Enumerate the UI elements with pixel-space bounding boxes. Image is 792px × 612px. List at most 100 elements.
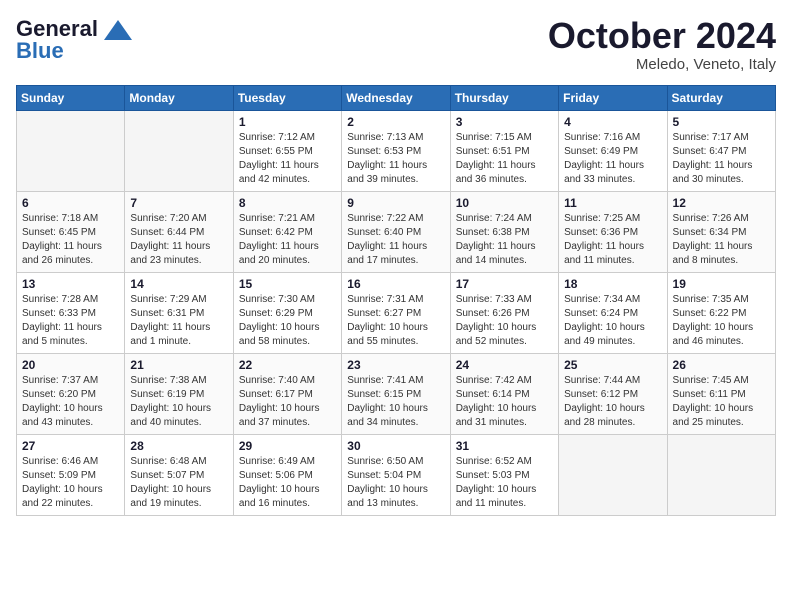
- calendar-table: SundayMondayTuesdayWednesdayThursdayFrid…: [16, 85, 776, 516]
- calendar-cell: 20 Sunrise: 7:37 AM Sunset: 6:20 PM Dayl…: [17, 353, 125, 434]
- day-number: 21: [130, 358, 227, 372]
- logo-icon: [104, 20, 132, 40]
- sunrise: Sunrise: 7:17 AM: [673, 132, 749, 143]
- sunset: Sunset: 6:34 PM: [673, 227, 747, 238]
- sunset: Sunset: 6:15 PM: [347, 389, 421, 400]
- day-detail: Sunrise: 7:16 AM Sunset: 6:49 PM Dayligh…: [564, 131, 661, 187]
- day-header-sunday: Sunday: [17, 85, 125, 110]
- sunrise: Sunrise: 7:15 AM: [456, 132, 532, 143]
- sunset: Sunset: 6:47 PM: [673, 146, 747, 157]
- sunset: Sunset: 6:42 PM: [239, 227, 313, 238]
- day-number: 8: [239, 196, 336, 210]
- sunset: Sunset: 6:33 PM: [22, 308, 96, 319]
- day-detail: Sunrise: 6:50 AM Sunset: 5:04 PM Dayligh…: [347, 455, 444, 511]
- calendar-cell: 2 Sunrise: 7:13 AM Sunset: 6:53 PM Dayli…: [342, 110, 450, 191]
- sunset: Sunset: 5:04 PM: [347, 470, 421, 481]
- daylight: Daylight: 10 hours and 40 minutes.: [130, 403, 211, 428]
- day-header-monday: Monday: [125, 85, 233, 110]
- calendar-cell: 9 Sunrise: 7:22 AM Sunset: 6:40 PM Dayli…: [342, 191, 450, 272]
- sunrise: Sunrise: 7:24 AM: [456, 213, 532, 224]
- calendar-cell: 12 Sunrise: 7:26 AM Sunset: 6:34 PM Dayl…: [667, 191, 775, 272]
- sunset: Sunset: 6:24 PM: [564, 308, 638, 319]
- calendar-cell: 13 Sunrise: 7:28 AM Sunset: 6:33 PM Dayl…: [17, 272, 125, 353]
- daylight: Daylight: 10 hours and 19 minutes.: [130, 484, 211, 509]
- day-detail: Sunrise: 7:38 AM Sunset: 6:19 PM Dayligh…: [130, 374, 227, 430]
- sunrise: Sunrise: 7:33 AM: [456, 294, 532, 305]
- sunset: Sunset: 6:27 PM: [347, 308, 421, 319]
- daylight: Daylight: 11 hours and 1 minute.: [130, 322, 210, 347]
- daylight: Daylight: 10 hours and 46 minutes.: [673, 322, 754, 347]
- calendar-cell: 6 Sunrise: 7:18 AM Sunset: 6:45 PM Dayli…: [17, 191, 125, 272]
- logo: General Blue: [16, 16, 132, 64]
- day-header-thursday: Thursday: [450, 85, 558, 110]
- calendar-cell: 29 Sunrise: 6:49 AM Sunset: 5:06 PM Dayl…: [233, 434, 341, 515]
- daylight: Daylight: 11 hours and 11 minutes.: [564, 241, 644, 266]
- calendar-week-row: 6 Sunrise: 7:18 AM Sunset: 6:45 PM Dayli…: [17, 191, 776, 272]
- day-detail: Sunrise: 7:12 AM Sunset: 6:55 PM Dayligh…: [239, 131, 336, 187]
- sunset: Sunset: 6:40 PM: [347, 227, 421, 238]
- daylight: Daylight: 10 hours and 43 minutes.: [22, 403, 103, 428]
- day-number: 27: [22, 439, 119, 453]
- daylight: Daylight: 10 hours and 11 minutes.: [456, 484, 537, 509]
- calendar-cell: 18 Sunrise: 7:34 AM Sunset: 6:24 PM Dayl…: [559, 272, 667, 353]
- day-number: 30: [347, 439, 444, 453]
- day-detail: Sunrise: 7:37 AM Sunset: 6:20 PM Dayligh…: [22, 374, 119, 430]
- daylight: Daylight: 10 hours and 13 minutes.: [347, 484, 428, 509]
- sunset: Sunset: 6:17 PM: [239, 389, 313, 400]
- sunset: Sunset: 6:31 PM: [130, 308, 204, 319]
- calendar-cell: 22 Sunrise: 7:40 AM Sunset: 6:17 PM Dayl…: [233, 353, 341, 434]
- day-number: 12: [673, 196, 770, 210]
- page-header: General Blue October 2024 Meledo, Veneto…: [16, 16, 776, 73]
- calendar-week-row: 13 Sunrise: 7:28 AM Sunset: 6:33 PM Dayl…: [17, 272, 776, 353]
- location: Meledo, Veneto, Italy: [548, 56, 776, 73]
- day-number: 18: [564, 277, 661, 291]
- sunrise: Sunrise: 7:22 AM: [347, 213, 423, 224]
- calendar-cell: 17 Sunrise: 7:33 AM Sunset: 6:26 PM Dayl…: [450, 272, 558, 353]
- day-number: 24: [456, 358, 553, 372]
- calendar-cell: 19 Sunrise: 7:35 AM Sunset: 6:22 PM Dayl…: [667, 272, 775, 353]
- day-header-wednesday: Wednesday: [342, 85, 450, 110]
- sunrise: Sunrise: 7:31 AM: [347, 294, 423, 305]
- sunset: Sunset: 5:09 PM: [22, 470, 96, 481]
- daylight: Daylight: 10 hours and 52 minutes.: [456, 322, 537, 347]
- calendar-header-row: SundayMondayTuesdayWednesdayThursdayFrid…: [17, 85, 776, 110]
- daylight: Daylight: 11 hours and 14 minutes.: [456, 241, 536, 266]
- sunrise: Sunrise: 6:50 AM: [347, 456, 423, 467]
- day-number: 22: [239, 358, 336, 372]
- day-number: 4: [564, 115, 661, 129]
- sunrise: Sunrise: 6:46 AM: [22, 456, 98, 467]
- daylight: Daylight: 10 hours and 25 minutes.: [673, 403, 754, 428]
- day-detail: Sunrise: 7:30 AM Sunset: 6:29 PM Dayligh…: [239, 293, 336, 349]
- calendar-cell: 30 Sunrise: 6:50 AM Sunset: 5:04 PM Dayl…: [342, 434, 450, 515]
- sunrise: Sunrise: 7:21 AM: [239, 213, 315, 224]
- sunset: Sunset: 5:07 PM: [130, 470, 204, 481]
- day-number: 5: [673, 115, 770, 129]
- day-detail: Sunrise: 6:48 AM Sunset: 5:07 PM Dayligh…: [130, 455, 227, 511]
- day-number: 7: [130, 196, 227, 210]
- day-number: 17: [456, 277, 553, 291]
- day-header-saturday: Saturday: [667, 85, 775, 110]
- daylight: Daylight: 11 hours and 30 minutes.: [673, 160, 753, 185]
- sunset: Sunset: 6:22 PM: [673, 308, 747, 319]
- sunset: Sunset: 6:44 PM: [130, 227, 204, 238]
- calendar-week-row: 27 Sunrise: 6:46 AM Sunset: 5:09 PM Dayl…: [17, 434, 776, 515]
- calendar-week-row: 20 Sunrise: 7:37 AM Sunset: 6:20 PM Dayl…: [17, 353, 776, 434]
- day-header-tuesday: Tuesday: [233, 85, 341, 110]
- day-number: 19: [673, 277, 770, 291]
- day-detail: Sunrise: 7:40 AM Sunset: 6:17 PM Dayligh…: [239, 374, 336, 430]
- day-number: 6: [22, 196, 119, 210]
- calendar-cell: 26 Sunrise: 7:45 AM Sunset: 6:11 PM Dayl…: [667, 353, 775, 434]
- sunset: Sunset: 6:14 PM: [456, 389, 530, 400]
- sunset: Sunset: 6:53 PM: [347, 146, 421, 157]
- calendar-cell: 21 Sunrise: 7:38 AM Sunset: 6:19 PM Dayl…: [125, 353, 233, 434]
- daylight: Daylight: 11 hours and 33 minutes.: [564, 160, 644, 185]
- calendar-cell: 1 Sunrise: 7:12 AM Sunset: 6:55 PM Dayli…: [233, 110, 341, 191]
- daylight: Daylight: 11 hours and 42 minutes.: [239, 160, 319, 185]
- daylight: Daylight: 10 hours and 22 minutes.: [22, 484, 103, 509]
- calendar-cell: 11 Sunrise: 7:25 AM Sunset: 6:36 PM Dayl…: [559, 191, 667, 272]
- daylight: Daylight: 10 hours and 28 minutes.: [564, 403, 645, 428]
- calendar-cell: 3 Sunrise: 7:15 AM Sunset: 6:51 PM Dayli…: [450, 110, 558, 191]
- sunrise: Sunrise: 7:41 AM: [347, 375, 423, 386]
- sunset: Sunset: 6:51 PM: [456, 146, 530, 157]
- calendar-cell: 10 Sunrise: 7:24 AM Sunset: 6:38 PM Dayl…: [450, 191, 558, 272]
